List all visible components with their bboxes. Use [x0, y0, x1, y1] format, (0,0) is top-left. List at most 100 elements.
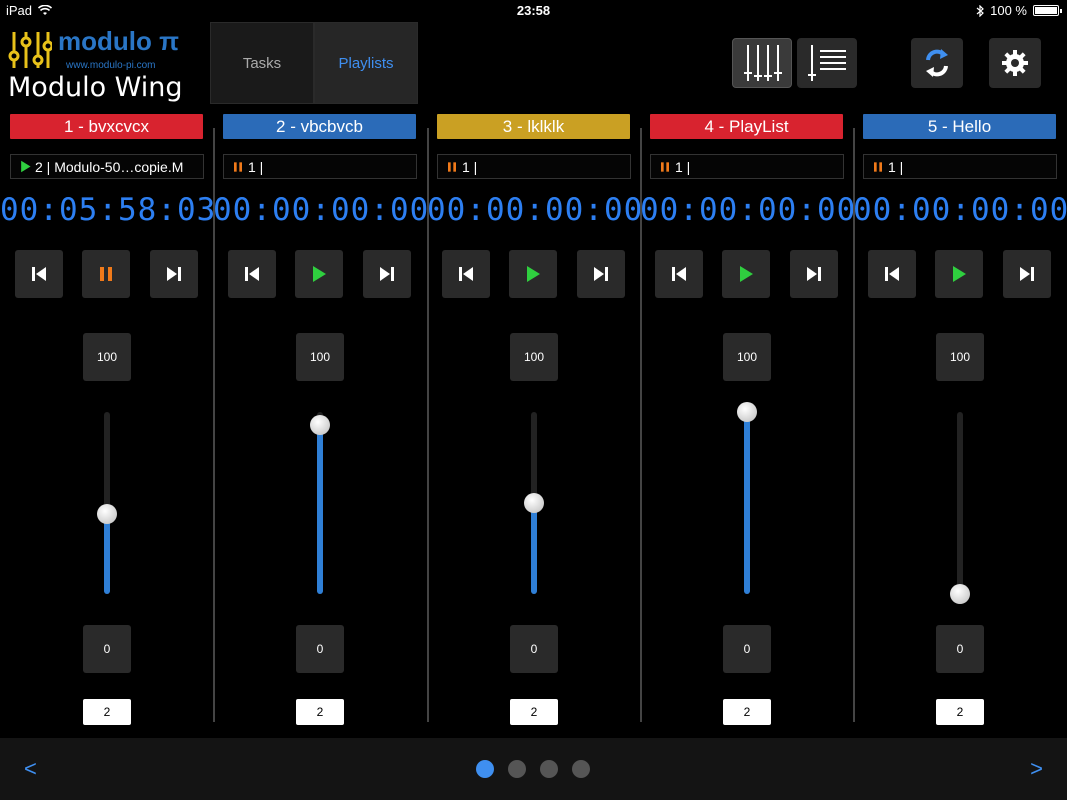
logo-url: www.modulo-pi.com [66, 60, 156, 71]
volume-slider[interactable] [310, 412, 330, 594]
channel-count-field[interactable]: 2 [936, 699, 984, 725]
level-max-button[interactable]: 100 [510, 333, 558, 381]
skip-previous-icon [245, 267, 259, 281]
play-icon [21, 160, 31, 173]
slider-fill [317, 424, 323, 594]
slider-knob[interactable] [97, 503, 117, 524]
mixer-view-button[interactable] [732, 38, 792, 88]
tab-tasks[interactable]: Tasks [210, 22, 314, 104]
channel-strip: 1 - bvxcvcx 2 | Modulo-50…copie.M 00:05:… [0, 104, 217, 736]
clock: 23:58 [516, 3, 551, 18]
level-min-button[interactable]: 0 [296, 625, 344, 673]
channel-count-field[interactable]: 2 [83, 699, 131, 725]
channel-now-playing: 1 | [650, 154, 844, 179]
now-playing-text: 1 | [248, 158, 264, 175]
next-button[interactable] [790, 250, 838, 298]
status-icon [446, 161, 462, 173]
skip-previous-icon [885, 267, 899, 281]
level-max-button[interactable]: 100 [723, 333, 771, 381]
channel-title[interactable]: 2 - vbcbvcb [223, 114, 416, 139]
pause-icon [448, 161, 456, 172]
status-icon [659, 161, 675, 173]
skip-previous-icon [459, 267, 473, 281]
logo-brand: modulo π [58, 26, 179, 56]
channel-title[interactable]: 1 - bvxcvcx [10, 114, 203, 139]
pause-icon [661, 161, 669, 172]
slider-fill [104, 513, 110, 594]
pause-icon [234, 161, 242, 172]
channel-strip: 2 - vbcbvcb 1 | 00:00:00:00 100 0 2 [213, 104, 428, 736]
timecode: 00:05:58:03 [0, 192, 217, 228]
play-icon [953, 266, 966, 282]
logo-mark-icon [8, 32, 52, 68]
list-view-button[interactable] [797, 38, 857, 88]
channel-strip: 5 - Hello 1 | 00:00:00:00 100 0 2 [853, 104, 1067, 736]
play-pause-button[interactable] [295, 250, 343, 298]
page-dot[interactable] [508, 760, 526, 778]
channel-title[interactable]: 5 - Hello [863, 114, 1056, 139]
level-min-button[interactable]: 0 [83, 625, 131, 673]
previous-button[interactable] [15, 250, 63, 298]
volume-slider[interactable] [950, 412, 970, 604]
settings-button[interactable] [989, 38, 1041, 88]
mixer-icon [744, 45, 782, 81]
slider-fill [744, 412, 750, 594]
volume-slider[interactable] [737, 402, 757, 594]
level-min-button[interactable]: 0 [510, 625, 558, 673]
volume-slider[interactable] [524, 412, 544, 594]
previous-page-button[interactable]: < [24, 756, 37, 782]
previous-button[interactable] [442, 250, 490, 298]
level-min-button[interactable]: 0 [936, 625, 984, 673]
next-page-button[interactable]: > [1030, 756, 1043, 782]
play-pause-button[interactable] [935, 250, 983, 298]
timecode: 00:00:00:00 [427, 192, 644, 228]
now-playing-text: 1 | [888, 158, 904, 175]
next-button[interactable] [1003, 250, 1051, 298]
page-dot[interactable] [476, 760, 494, 778]
battery-icon [1033, 5, 1062, 16]
level-max-button[interactable]: 100 [83, 333, 131, 381]
volume-slider[interactable] [97, 412, 117, 594]
level-max-button[interactable]: 100 [296, 333, 344, 381]
channel-count-field[interactable]: 2 [723, 699, 771, 725]
channel-count-field[interactable]: 2 [296, 699, 344, 725]
skip-next-icon [167, 267, 181, 281]
previous-button[interactable] [655, 250, 703, 298]
timecode: 00:00:00:00 [640, 192, 857, 228]
gear-icon [1002, 50, 1028, 76]
channel-title[interactable]: 4 - PlayList [650, 114, 843, 139]
slider-knob[interactable] [310, 414, 330, 435]
level-max-button[interactable]: 100 [936, 333, 984, 381]
slider-knob[interactable] [524, 493, 544, 513]
sync-icon [926, 49, 948, 77]
next-button[interactable] [577, 250, 625, 298]
sync-button[interactable] [911, 38, 963, 88]
now-playing-text: 1 | [462, 158, 478, 175]
slider-knob[interactable] [737, 402, 757, 422]
logo: modulo π www.modulo-pi.com Modulo Wing [8, 26, 208, 103]
page-dot[interactable] [572, 760, 590, 778]
play-pause-button[interactable] [722, 250, 770, 298]
play-pause-button[interactable] [509, 250, 557, 298]
play-pause-button[interactable] [82, 250, 130, 298]
skip-previous-icon [672, 267, 686, 281]
status-right: 100 % [976, 3, 1062, 18]
channel-strip: 4 - PlayList 1 | 00:00:00:00 100 0 2 [640, 104, 857, 736]
level-min-button[interactable]: 0 [723, 625, 771, 673]
previous-button[interactable] [868, 250, 916, 298]
status-icon [19, 160, 35, 173]
next-button[interactable] [363, 250, 411, 298]
skip-next-icon [1020, 267, 1034, 281]
previous-button[interactable] [228, 250, 276, 298]
channel-count-field[interactable]: 2 [510, 699, 558, 725]
pause-icon [100, 267, 112, 281]
next-button[interactable] [150, 250, 198, 298]
slider-knob[interactable] [950, 584, 970, 604]
page-dot[interactable] [540, 760, 558, 778]
skip-previous-icon [32, 267, 46, 281]
channel-title[interactable]: 3 - lklklk [437, 114, 630, 139]
status-icon [872, 161, 888, 173]
bluetooth-icon [976, 4, 985, 17]
play-icon [527, 266, 540, 282]
tab-playlists[interactable]: Playlists [314, 22, 418, 104]
